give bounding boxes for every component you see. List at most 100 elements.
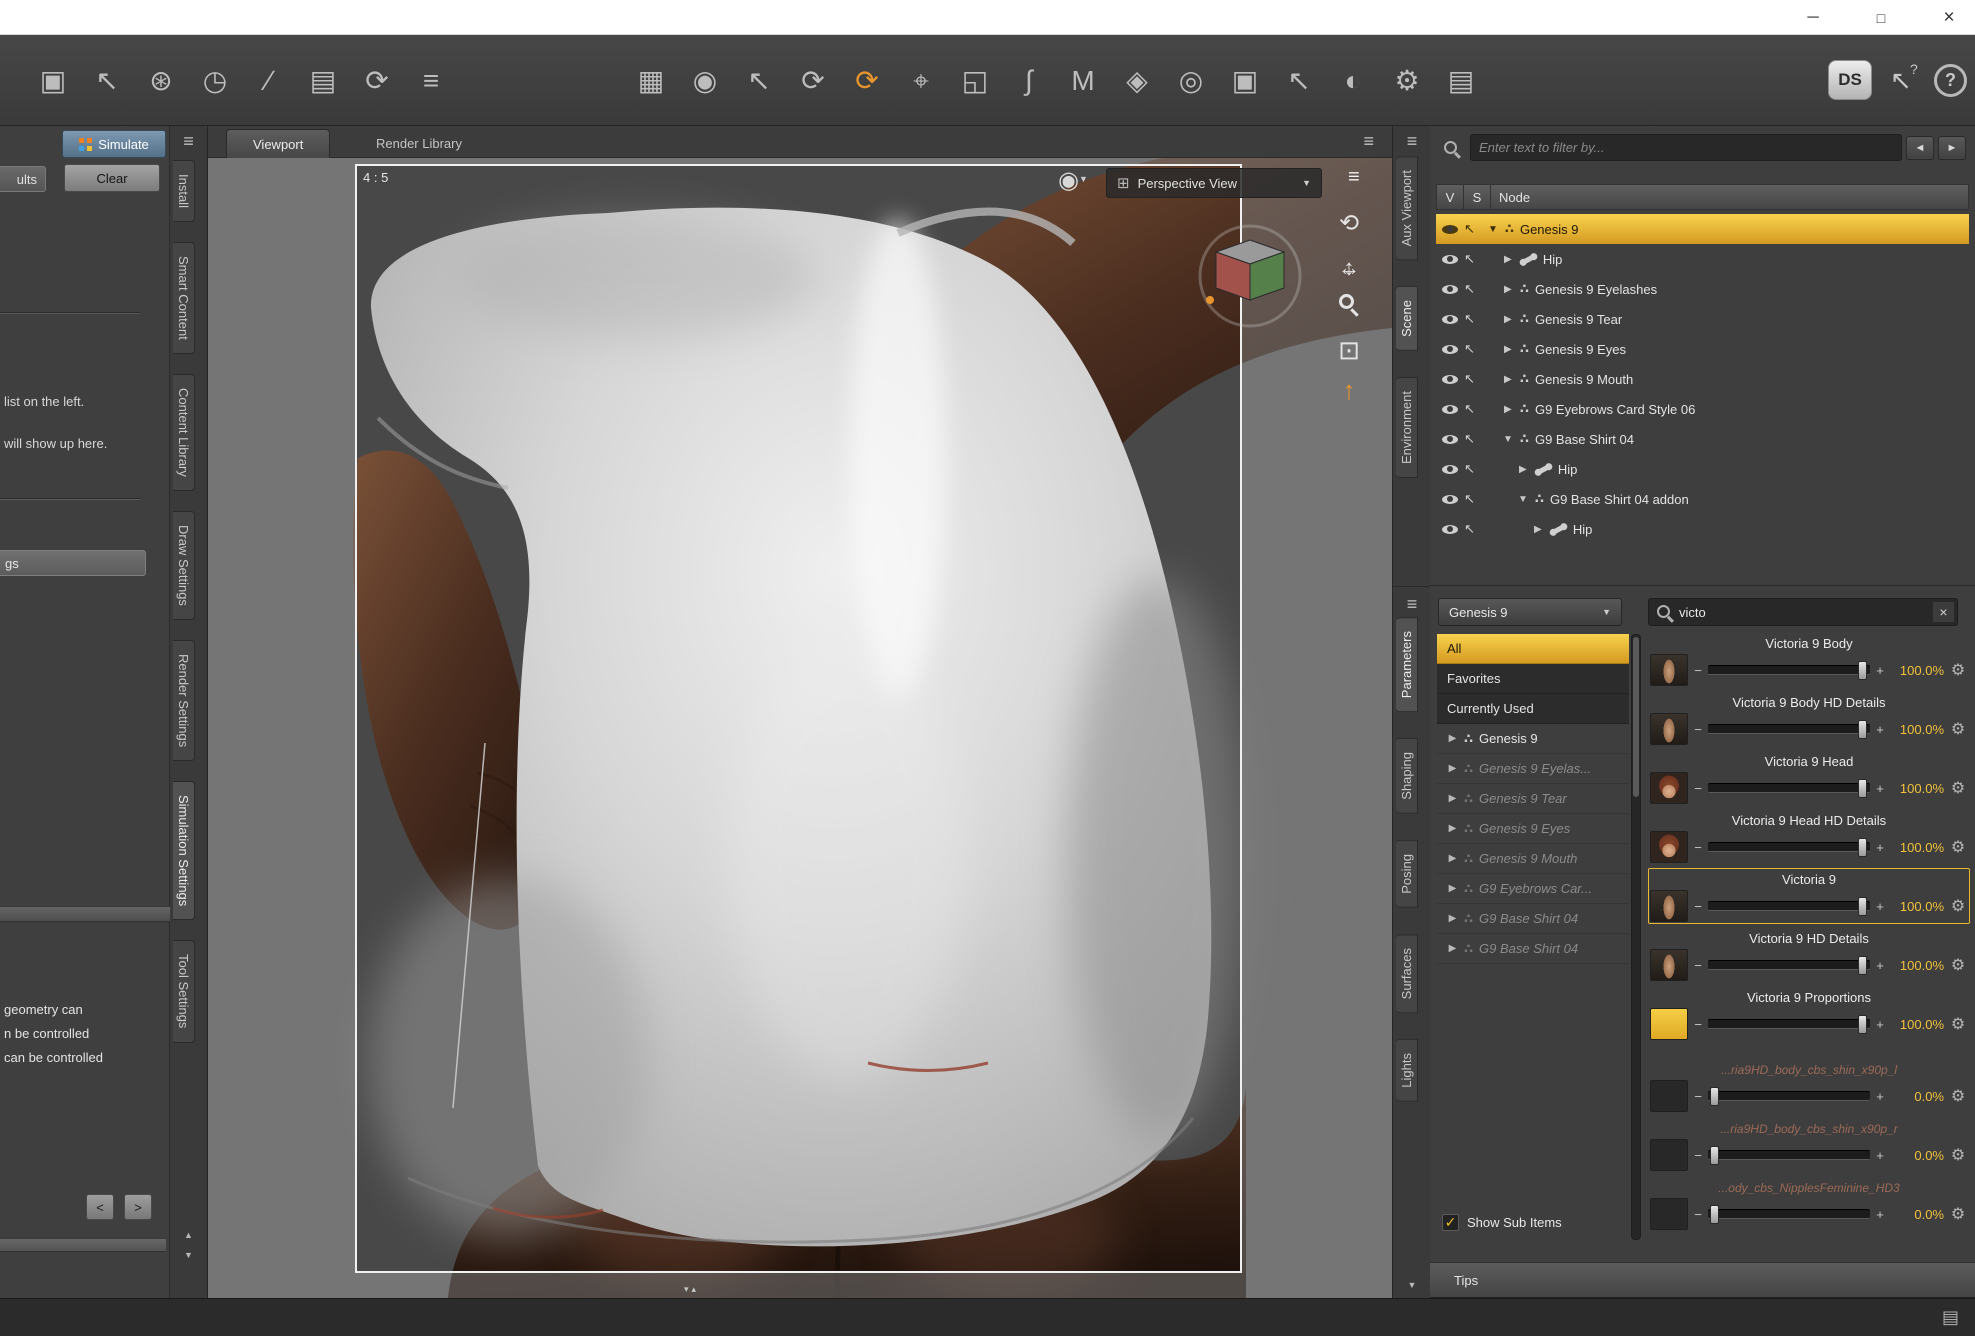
expand-arrow-icon[interactable]: ▶ bbox=[1517, 464, 1529, 475]
page-prev-button[interactable]: < bbox=[86, 1194, 114, 1220]
rotate-tool-icon[interactable]: ⟳ bbox=[798, 67, 828, 95]
clear-search-button[interactable]: × bbox=[1932, 601, 1955, 623]
filter-next-button[interactable]: ► bbox=[1938, 136, 1966, 160]
increment-button[interactable]: + bbox=[1874, 958, 1886, 973]
close-button[interactable]: × bbox=[1924, 0, 1974, 35]
gear-icon[interactable]: ⚙ bbox=[1948, 660, 1968, 680]
scene-node-genesis-9-tear[interactable]: ↖▶∴Genesis 9 Tear bbox=[1436, 304, 1969, 334]
expand-arrow-icon[interactable]: ▶ bbox=[1532, 524, 1544, 535]
pan-view-icon[interactable]: ↔ ↕ bbox=[1334, 255, 1364, 281]
increment-button[interactable]: + bbox=[1874, 1089, 1886, 1104]
visibility-eye-icon[interactable] bbox=[1442, 255, 1458, 264]
results-button-cropped[interactable]: ults bbox=[0, 166, 46, 192]
selection-pointer-icon[interactable]: ↖ bbox=[1464, 221, 1475, 237]
increment-button[interactable]: + bbox=[1874, 1017, 1886, 1032]
view-cube[interactable] bbox=[1194, 220, 1306, 332]
tab-lights[interactable]: Lights bbox=[1396, 1039, 1418, 1102]
tab-posing[interactable]: Posing bbox=[1396, 840, 1418, 908]
decrement-button[interactable]: − bbox=[1692, 958, 1704, 973]
tab-content-library[interactable]: Content Library bbox=[173, 374, 195, 491]
slider-track[interactable] bbox=[1708, 901, 1870, 911]
tab-draw-settings[interactable]: Draw Settings bbox=[173, 511, 195, 620]
whats-this-cursor-icon[interactable]: ↖ ? bbox=[1890, 65, 1912, 96]
selection-pointer-icon[interactable]: ↖ bbox=[1464, 521, 1475, 537]
morph-tool-icon[interactable]: M bbox=[1068, 67, 1098, 95]
gear-icon[interactable]: ⚙ bbox=[1948, 1204, 1968, 1224]
gear-tool-icon[interactable]: ⚙ bbox=[1392, 67, 1422, 95]
grid-tool-icon[interactable]: ▦ bbox=[636, 67, 666, 95]
slider-value[interactable]: 100.0% bbox=[1890, 899, 1944, 914]
render-tool-icon[interactable]: ▤ bbox=[1446, 67, 1476, 95]
slider-track[interactable] bbox=[1708, 665, 1870, 675]
decrement-button[interactable]: − bbox=[1692, 1148, 1704, 1163]
expand-arrow-icon[interactable]: ▶ bbox=[1447, 793, 1458, 804]
pointer-tool-icon[interactable]: ↖ bbox=[1284, 67, 1314, 95]
selection-pointer-icon[interactable]: ↖ bbox=[1464, 431, 1475, 447]
category-currently-used[interactable]: Currently Used bbox=[1437, 694, 1629, 724]
scrollbar-thumb[interactable] bbox=[1633, 637, 1639, 797]
visibility-eye-icon[interactable] bbox=[1442, 405, 1458, 414]
tab-surfaces[interactable]: Surfaces bbox=[1396, 934, 1418, 1013]
slider-thumb[interactable] bbox=[1710, 1087, 1719, 1106]
category-g9-base-shirt-04[interactable]: ▶∴G9 Base Shirt 04 bbox=[1437, 934, 1629, 964]
visibility-eye-icon[interactable] bbox=[1442, 285, 1458, 294]
expand-arrow-icon[interactable]: ▶ bbox=[1447, 763, 1458, 774]
selection-pointer-icon[interactable]: ↖ bbox=[1464, 281, 1475, 297]
help-icon[interactable]: ? bbox=[1934, 64, 1967, 97]
scene-node-genesis-9-eyelashes[interactable]: ↖▶∴Genesis 9 Eyelashes bbox=[1436, 274, 1969, 304]
increment-button[interactable]: + bbox=[1874, 781, 1886, 796]
page-next-button[interactable]: > bbox=[124, 1194, 152, 1220]
expand-arrow-icon[interactable]: ▶ bbox=[1502, 374, 1514, 385]
expand-arrow-icon[interactable]: ▶ bbox=[1502, 314, 1514, 325]
gear-icon[interactable]: ⚙ bbox=[1948, 1014, 1968, 1034]
selection-pointer-icon[interactable]: ↖ bbox=[1464, 251, 1475, 267]
category-favorites[interactable]: Favorites bbox=[1437, 664, 1629, 694]
increment-button[interactable]: + bbox=[1874, 899, 1886, 914]
tab-aux-viewport[interactable]: Aux Viewport bbox=[1396, 156, 1418, 260]
zoom-view-icon[interactable] bbox=[1339, 294, 1354, 309]
slider-thumb[interactable] bbox=[1858, 1015, 1867, 1034]
clear-button[interactable]: Clear bbox=[64, 164, 160, 192]
category-genesis-9-eyelas[interactable]: ▶∴Genesis 9 Eyelas... bbox=[1437, 754, 1629, 784]
decrement-button[interactable]: − bbox=[1692, 840, 1704, 855]
category-g9-base-shirt-04[interactable]: ▶∴G9 Base Shirt 04 bbox=[1437, 904, 1629, 934]
move-tool-icon[interactable]: ⌖ bbox=[906, 67, 936, 95]
orbit-view-icon[interactable]: ⟲ bbox=[1334, 212, 1364, 236]
expand-arrow-icon[interactable]: ▶ bbox=[1447, 883, 1458, 894]
scene-filter-input[interactable] bbox=[1470, 134, 1902, 161]
new-pen-icon[interactable]: ∕ bbox=[254, 67, 284, 95]
node-tool-icon[interactable]: ◈ bbox=[1122, 67, 1152, 95]
slider-track[interactable] bbox=[1708, 1209, 1870, 1219]
slider-value[interactable]: 100.0% bbox=[1890, 722, 1944, 737]
bone-tool-icon[interactable]: ∫ bbox=[1014, 67, 1044, 95]
visibility-eye-icon[interactable] bbox=[1442, 225, 1458, 234]
selection-pointer-icon[interactable]: ↖ bbox=[1464, 401, 1475, 417]
slider-thumb[interactable] bbox=[1710, 1146, 1719, 1165]
slider-track[interactable] bbox=[1708, 842, 1870, 852]
selection-pointer-icon[interactable]: ↖ bbox=[1464, 311, 1475, 327]
decrement-button[interactable]: − bbox=[1692, 781, 1704, 796]
slider-track[interactable] bbox=[1708, 783, 1870, 793]
increment-button[interactable]: + bbox=[1874, 1207, 1886, 1222]
new-rotate-icon[interactable]: ⟳ bbox=[362, 67, 392, 95]
gear-icon[interactable]: ⚙ bbox=[1948, 1086, 1968, 1106]
new-view-icon[interactable]: ▤ bbox=[308, 67, 338, 95]
scene-node-genesis-9-mouth[interactable]: ↖▶∴Genesis 9 Mouth bbox=[1436, 364, 1969, 394]
splitter-bar[interactable] bbox=[0, 1238, 166, 1252]
expand-arrow-icon[interactable]: ▶ bbox=[1502, 344, 1514, 355]
visibility-eye-icon[interactable] bbox=[1442, 345, 1458, 354]
expand-arrow-icon[interactable]: ▶ bbox=[1447, 733, 1458, 744]
scale-tool-icon[interactable]: ◱ bbox=[960, 67, 990, 95]
slider-thumb[interactable] bbox=[1858, 779, 1867, 798]
tab-render-library[interactable]: Render Library bbox=[350, 129, 488, 158]
group-header-bar[interactable] bbox=[0, 906, 170, 922]
pane-options-icon[interactable]: ≡ bbox=[1393, 132, 1431, 150]
slider-track[interactable] bbox=[1708, 1150, 1870, 1160]
show-sub-items-checkbox[interactable]: ✓ bbox=[1442, 1214, 1459, 1231]
slider-track[interactable] bbox=[1708, 1091, 1870, 1101]
slider-track[interactable] bbox=[1708, 960, 1870, 970]
increment-button[interactable]: + bbox=[1874, 663, 1886, 678]
tab-tool-settings[interactable]: Tool Settings bbox=[173, 940, 195, 1042]
slider-value[interactable]: 100.0% bbox=[1890, 958, 1944, 973]
decrement-button[interactable]: − bbox=[1692, 1089, 1704, 1104]
